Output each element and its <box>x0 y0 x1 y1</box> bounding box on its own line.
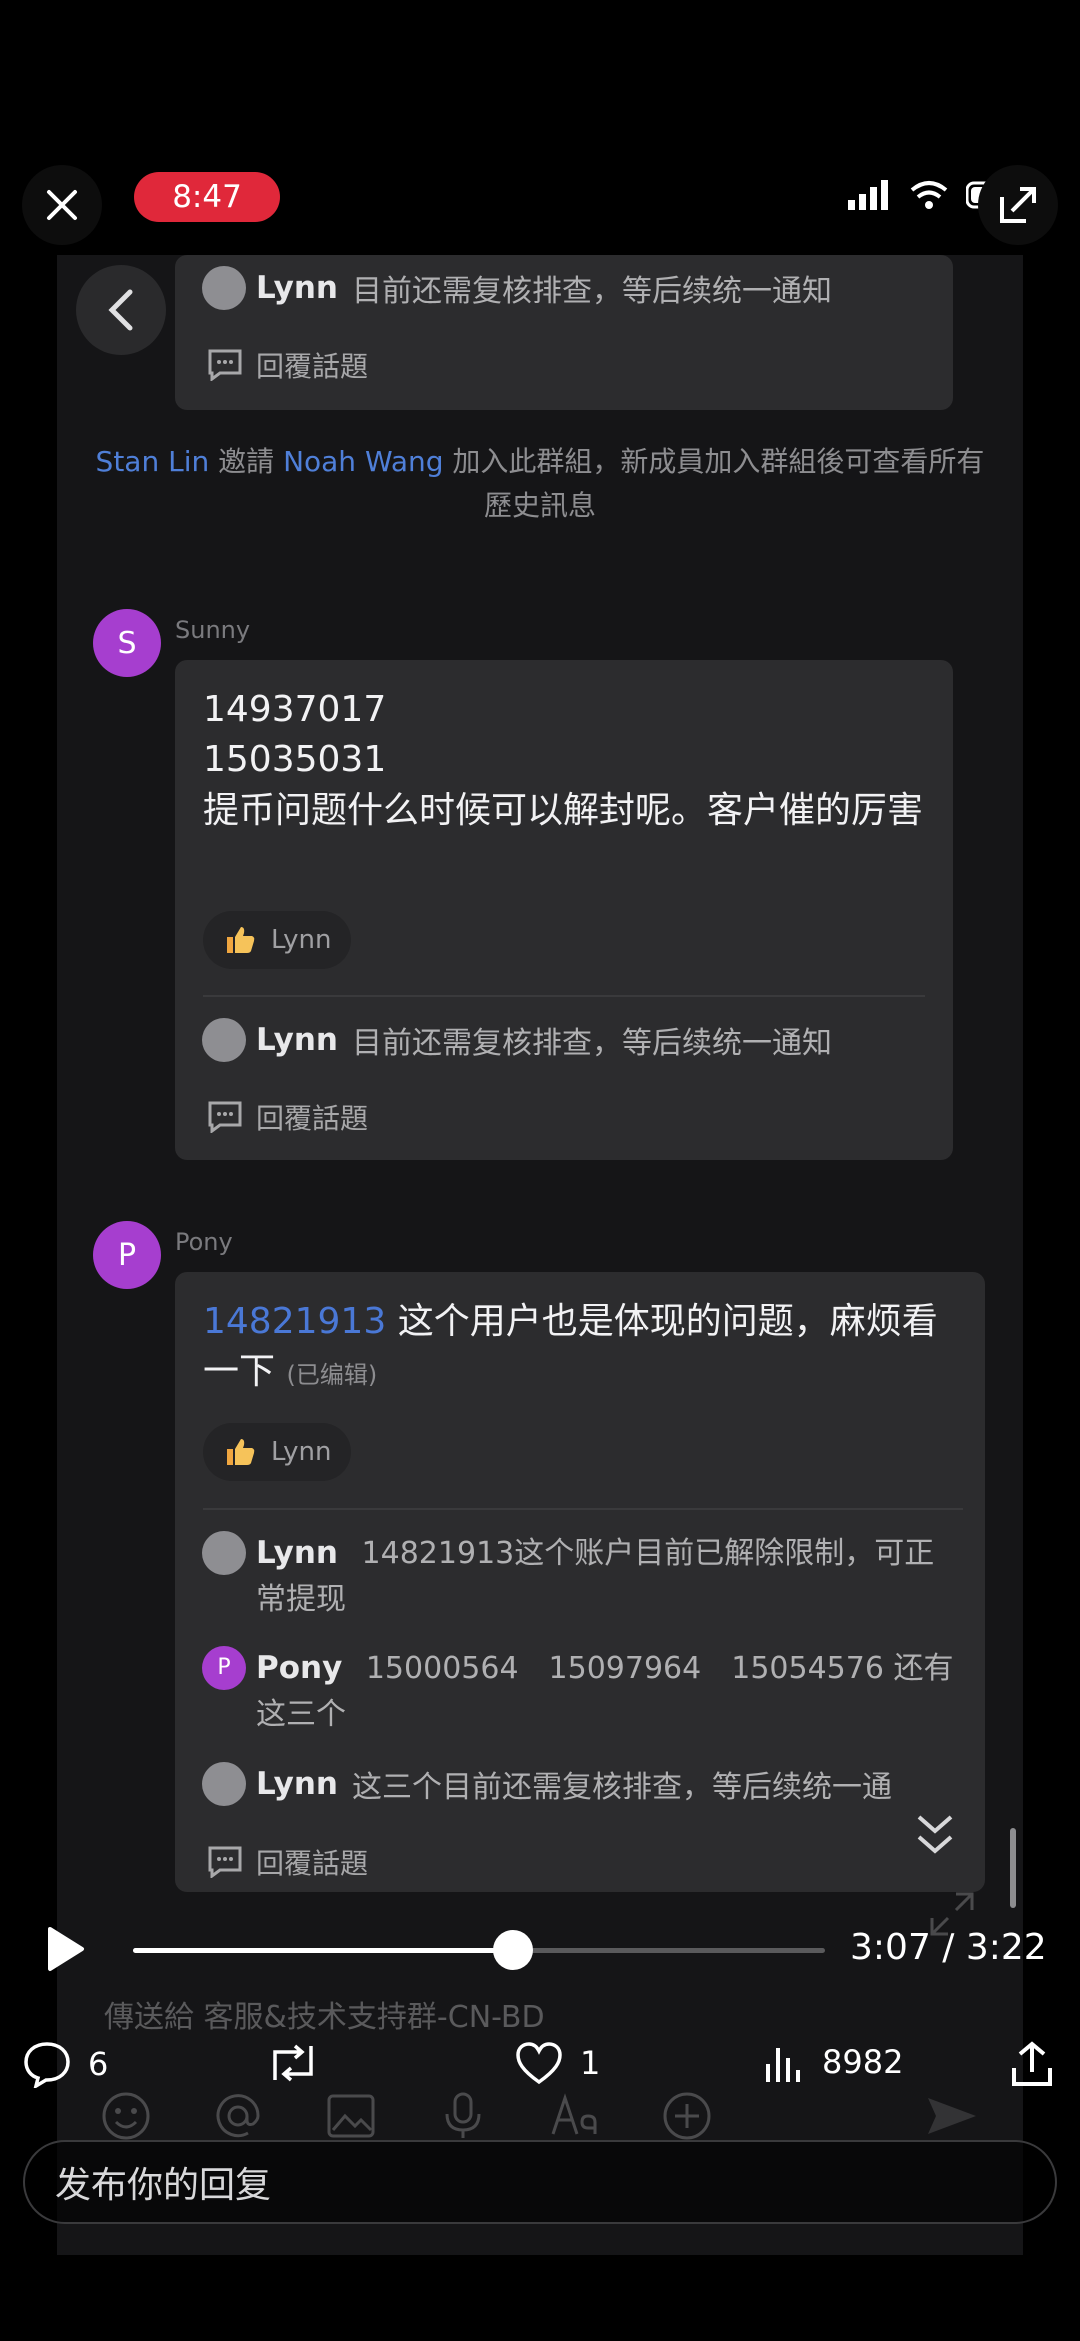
sender-name: Pony <box>175 1228 233 1256</box>
thread-reply[interactable]: Lynn 这三个目前还需复核排查，等后续统一通 <box>202 1762 892 1806</box>
system-verb: 邀請 <box>218 445 275 478</box>
reply-topic-label: 回覆話題 <box>256 1847 369 1880</box>
wifi-icon <box>910 181 948 209</box>
avatar <box>202 1531 246 1575</box>
reply-author: Lynn <box>256 1535 338 1571</box>
close-button[interactable] <box>22 165 102 245</box>
double-chevron-down-icon <box>917 1815 953 1854</box>
reply-text: 14821913这个账户目前已解除限制，可正常提现 <box>256 1536 935 1617</box>
status-time: 8:47 <box>134 172 280 222</box>
avatar <box>202 266 246 310</box>
add-icon[interactable] <box>661 2090 713 2142</box>
play-icon[interactable] <box>40 1925 88 1973</box>
popout-icon <box>1000 187 1036 223</box>
avatar: P <box>202 1646 246 1690</box>
total-time: 3:22 <box>965 1927 1047 1968</box>
reply-content: Pony 15000564 15097964 15054576 还有这三个 <box>256 1645 962 1738</box>
reply-topic-link[interactable]: 回覆話題 <box>208 345 368 385</box>
avatar <box>202 1018 246 1062</box>
repost-icon <box>273 2044 313 2082</box>
current-time: 3:07 <box>850 1927 931 1968</box>
heart-icon <box>516 2042 562 2085</box>
video-scrubber[interactable] <box>493 1930 533 1970</box>
share-icon <box>1012 2041 1052 2086</box>
scrollbar[interactable] <box>1010 1828 1016 1908</box>
view-count: 8982 <box>822 2043 904 2081</box>
like-count: 1 <box>580 2044 601 2082</box>
message-text: 提币问题什么时候可以解封呢。客户催的厉害 <box>203 790 924 831</box>
send-icon[interactable] <box>924 2090 980 2142</box>
reply-topic-link[interactable]: 回覆話題 <box>208 1842 368 1882</box>
repost-button[interactable] <box>265 2040 321 2086</box>
edited-label: (已编辑) <box>286 1361 378 1389</box>
popout-button[interactable] <box>978 165 1058 245</box>
avatar <box>202 1762 246 1806</box>
thread-reply[interactable]: Lynn 14821913这个账户目前已解除限制，可正常提现 <box>202 1530 962 1623</box>
divider <box>203 995 925 997</box>
reaction-user: Lynn <box>271 1437 332 1467</box>
share-button[interactable] <box>1008 2040 1056 2088</box>
reply-topic-label: 回覆話題 <box>256 1102 369 1135</box>
views-button[interactable]: 8982 <box>762 2040 903 2084</box>
reply-text: 这三个目前还需复核排查，等后续统一通 <box>352 1770 892 1805</box>
reply-text: 目前还需复核排查，等后续统一通知 <box>352 274 832 309</box>
system-message: Stan Lin 邀請 Noah Wang 加入此群組，新成員加入群組後可查看所… <box>90 440 990 528</box>
system-rest: 加入此群組，新成員加入群組後可查看所有歷史訊息 <box>452 445 985 522</box>
reaction-user: Lynn <box>271 925 332 955</box>
video-progress-fill <box>133 1948 513 1953</box>
account-number[interactable]: 14937017 <box>203 685 386 735</box>
reply-author: Lynn <box>256 270 338 306</box>
reply-author: Lynn <box>256 1022 338 1058</box>
message-text-block: 14821913 这个用户也是体现的问题，麻烦看一下 (已编辑) <box>203 1297 963 1400</box>
reply-text: 15000564 15097964 15054576 还有这三个 <box>256 1651 954 1732</box>
comment-box-icon <box>208 349 242 381</box>
reply-placeholder: 发布你的回复 <box>55 2165 272 2206</box>
comment-button[interactable]: 6 <box>22 2040 108 2088</box>
reply-topic-label: 回覆話題 <box>256 350 369 383</box>
sender-name: Sunny <box>175 616 251 644</box>
invitee-link[interactable]: Noah Wang <box>283 445 443 478</box>
reaction-chip[interactable]: Lynn <box>203 1423 352 1481</box>
top-quote-reply: Lynn 目前还需复核排查，等后续统一通知 <box>202 266 832 310</box>
sender-avatar[interactable]: S <box>93 609 161 677</box>
reply-text: 目前还需复核排查，等后续统一通知 <box>352 1026 832 1061</box>
image-icon[interactable] <box>325 2090 377 2142</box>
comment-icon <box>24 2042 70 2088</box>
scroll-to-bottom-button[interactable] <box>890 1800 980 1870</box>
account-number[interactable]: 14821913 <box>203 1301 386 1342</box>
sender-avatar[interactable]: P <box>93 1221 161 1289</box>
reply-author: Lynn <box>256 1766 338 1802</box>
composer-toolbar <box>100 2090 980 2142</box>
comment-count: 6 <box>88 2045 109 2083</box>
video-progress-bar[interactable] <box>133 1948 825 1953</box>
reply-content: Lynn 14821913这个账户目前已解除限制，可正常提现 <box>256 1530 962 1623</box>
signal-icon <box>848 180 888 210</box>
inviter-link[interactable]: Stan Lin <box>96 445 210 478</box>
mention-icon[interactable] <box>212 2090 264 2142</box>
thumbs-up-icon <box>227 927 255 953</box>
close-icon <box>47 190 77 220</box>
divider <box>203 1508 963 1510</box>
comment-box-icon <box>208 1846 242 1878</box>
thread-reply[interactable]: Lynn 目前还需复核排查，等后续统一通知 <box>202 1018 832 1062</box>
reaction-chip[interactable]: Lynn <box>203 911 352 969</box>
reply-topic-link[interactable]: 回覆話題 <box>208 1097 368 1137</box>
thumbs-up-icon <box>227 1439 255 1465</box>
back-button[interactable] <box>76 265 166 355</box>
comment-box-icon <box>208 1101 242 1133</box>
chevron-left-icon <box>108 289 133 331</box>
message-input[interactable]: 傳送給 客服&技术支持群-CN-BD <box>104 1992 545 2036</box>
like-button[interactable]: 1 <box>514 2040 600 2086</box>
thread-reply[interactable]: P Pony 15000564 15097964 15054576 还有这三个 <box>202 1645 962 1738</box>
video-time: 3:07 / 3:22 <box>850 1927 1047 1968</box>
reply-author: Pony <box>256 1650 343 1686</box>
action-bar: 6 1 8982 <box>0 2040 1080 2090</box>
time-separator: / <box>930 1927 966 1968</box>
views-icon <box>766 2048 800 2082</box>
account-number[interactable]: 15035031 <box>203 735 386 785</box>
microphone-icon[interactable] <box>437 2090 489 2142</box>
reply-input[interactable]: 发布你的回复 <box>23 2140 1057 2224</box>
emoji-icon[interactable] <box>100 2090 152 2142</box>
text-format-icon[interactable] <box>549 2090 601 2142</box>
